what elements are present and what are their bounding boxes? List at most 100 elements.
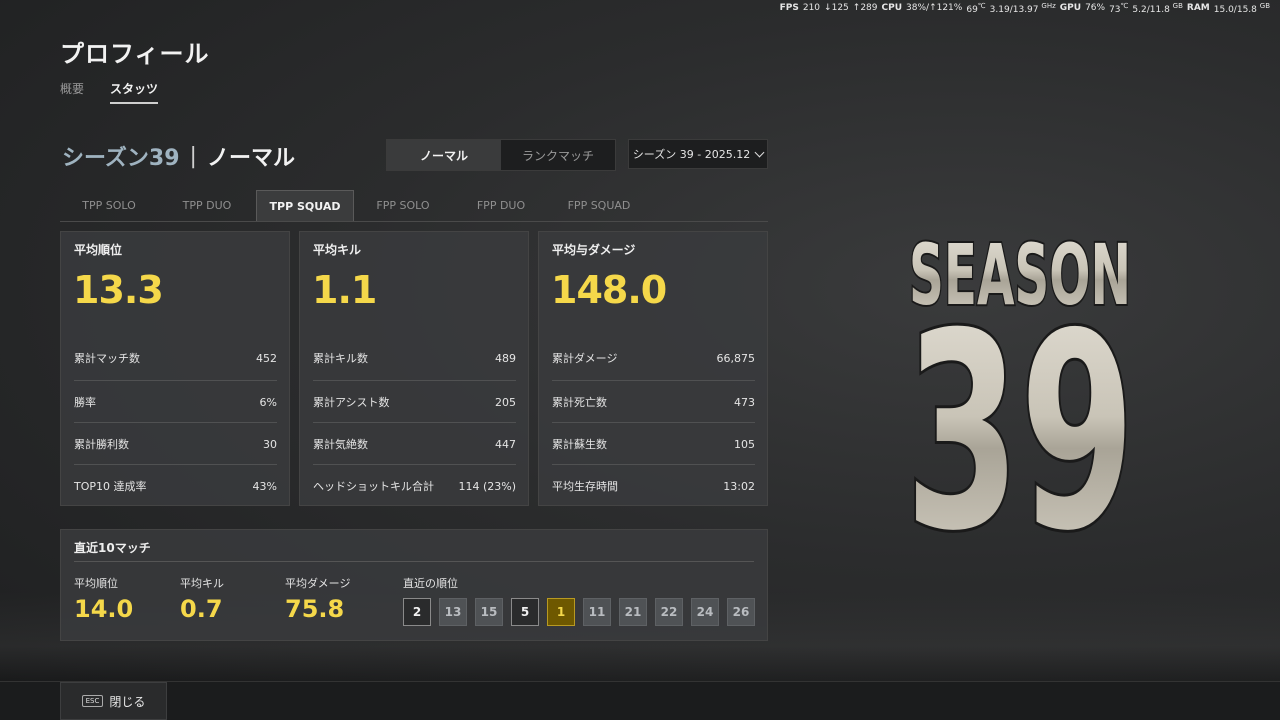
placement-badge: 24: [691, 598, 719, 626]
recent-avg-kill-label: 平均キル: [180, 577, 224, 590]
stat-value: 6%: [259, 395, 277, 409]
stat-label: 累計マッチ数: [74, 352, 140, 365]
game-mode-tabs: TPP SOLO TPP DUO TPP SQUAD FPP SOLO FPP …: [60, 190, 768, 222]
season-heading: シーズン39 | ノーマル: [62, 140, 295, 172]
tab-stats[interactable]: スタッツ: [110, 80, 159, 104]
chevron-down-icon: [754, 147, 765, 157]
profile-subnav: 概要 スタッツ: [60, 80, 159, 104]
stat-label: 累計キル数: [313, 352, 368, 365]
match-type-toggle: ノーマル ランクマッチ: [386, 139, 616, 171]
close-button[interactable]: ESC 閉じる: [60, 682, 167, 720]
placement-badge: 13: [439, 598, 467, 626]
recent-avg-damage-value: 75.8: [285, 595, 345, 623]
stat-value: 447: [495, 437, 516, 451]
stat-row: TOP10 達成率 43%: [74, 464, 277, 507]
card-title: 平均与ダメージ: [552, 243, 636, 257]
tab-tpp-solo[interactable]: TPP SOLO: [60, 190, 158, 221]
stat-row: 累計マッチ数 452: [74, 337, 277, 379]
stat-label: 累計勝利数: [74, 438, 129, 451]
performance-overlay: FPS 210 ↓125 ↑289 CPU 38%/↑121% 69℃ 3.19…: [780, 0, 1270, 15]
avg-rank-card: 平均順位 13.3 累計マッチ数 452 勝率 6% 累計勝利数 30 TOP10 達…: [60, 231, 290, 506]
ram-label: RAM: [1186, 3, 1210, 13]
stat-value: 13:02: [723, 479, 755, 493]
stat-row: 累計キル数 489: [313, 337, 516, 379]
recent-avg-damage-label: 平均ダメージ: [285, 577, 351, 590]
close-label: 閉じる: [109, 694, 146, 709]
season-logo: SEASON 39: [902, 228, 1138, 538]
card-main-value: 13.3: [73, 268, 164, 312]
fps-value: 210: [802, 3, 821, 13]
placement-badge: 5: [511, 598, 539, 626]
stat-value: 114 (23%): [458, 479, 516, 493]
stat-row: 累計ダメージ 66,875: [552, 337, 755, 379]
recent-avg-rank: 平均順位 14.0: [74, 575, 133, 623]
stat-row: 累計アシスト数 205: [313, 380, 516, 423]
heading-separator: |: [189, 143, 197, 169]
normal-match-button[interactable]: ノーマル: [387, 140, 501, 170]
placement-badge: 15: [475, 598, 503, 626]
recent-avg-kill: 平均キル 0.7: [180, 575, 224, 623]
stat-label: 累計アシスト数: [313, 396, 390, 409]
tab-tpp-duo[interactable]: TPP DUO: [158, 190, 256, 221]
avg-kill-card: 平均キル 1.1 累計キル数 489 累計アシスト数 205 累計気絶数 447 ヘッ…: [299, 231, 529, 506]
recent-avg-damage: 平均ダメージ 75.8: [285, 575, 350, 623]
stat-label: ヘッドショットキル合計: [313, 480, 434, 493]
avg-damage-card: 平均与ダメージ 148.0 累計ダメージ 66,875 累計死亡数 473 累計蘇生…: [538, 231, 768, 506]
stat-row: 累計蘇生数 105: [552, 422, 755, 465]
fps-low: ↓125: [824, 3, 849, 13]
season-logo-number: 39: [905, 275, 1135, 538]
divider: [74, 561, 754, 562]
fps-high: ↑289: [852, 3, 878, 13]
esc-key-icon: ESC: [81, 695, 104, 707]
placement-badge: 22: [655, 598, 683, 626]
stat-row: 累計勝利数 30: [74, 422, 277, 465]
footer-bar: ESC 閉じる: [0, 681, 1280, 720]
stat-label: 累計蘇生数: [552, 438, 607, 451]
season-name: シーズン39: [62, 146, 180, 171]
stat-row: 累計死亡数 473: [552, 380, 755, 423]
stat-value: 30: [263, 437, 277, 451]
stat-row: ヘッドショットキル合計 114 (23%): [313, 464, 516, 507]
card-main-value: 1.1: [312, 268, 377, 312]
stat-label: 累計ダメージ: [552, 352, 618, 365]
gpu-memory: 5.2/11.8 GB: [1132, 1, 1183, 15]
recent-avg-rank-label: 平均順位: [74, 577, 118, 590]
stat-value: 452: [256, 351, 277, 365]
mode-name: ノーマル: [206, 146, 295, 171]
cpu-clock: 3.19/13.97 GHz: [989, 1, 1056, 15]
stat-row: 勝率 6%: [74, 380, 277, 423]
stat-value: 489: [495, 351, 516, 365]
recent-avg-rank-value: 14.0: [74, 595, 134, 623]
tab-fpp-duo[interactable]: FPP DUO: [452, 190, 550, 221]
placement-badge: 21: [619, 598, 647, 626]
stat-row: 累計気絶数 447: [313, 422, 516, 465]
season-dropdown[interactable]: シーズン 39 - 2025.12: [628, 139, 768, 169]
stat-label: 平均生存時間: [552, 480, 618, 493]
stat-value: 66,875: [716, 351, 756, 365]
tab-fpp-solo[interactable]: FPP SOLO: [354, 190, 452, 221]
stat-value: 205: [495, 395, 516, 409]
card-title: 平均順位: [74, 243, 123, 257]
cpu-usage: 38%/↑121%: [906, 3, 963, 13]
recent-avg-kill-value: 0.7: [180, 595, 223, 623]
tab-tpp-squad[interactable]: TPP SQUAD: [256, 190, 354, 221]
stat-label: 累計気絶数: [313, 438, 368, 451]
cpu-temp: 69℃: [966, 1, 986, 15]
card-title: 平均キル: [313, 243, 362, 257]
stat-label: 累計死亡数: [552, 396, 607, 409]
stat-label: TOP10 達成率: [74, 480, 147, 493]
gpu-usage: 76%: [1085, 3, 1106, 13]
placement-badge: 2: [403, 598, 431, 626]
stat-value: 43%: [252, 479, 277, 493]
season-dropdown-value: シーズン 39 - 2025.12: [632, 148, 751, 161]
fps-label: FPS: [779, 3, 799, 13]
recent-matches-panel: 直近10マッチ 平均順位 14.0 平均キル 0.7 平均ダメージ 75.8 直…: [60, 529, 768, 641]
page-title: プロフィール: [60, 40, 210, 68]
placement-badge-win: 1: [547, 598, 575, 626]
ranked-match-button[interactable]: ランクマッチ: [501, 140, 615, 170]
recent-placements-label: 直近の順位: [403, 577, 458, 590]
placement-badge: 11: [583, 598, 611, 626]
tab-fpp-squad[interactable]: FPP SQUAD: [550, 190, 648, 221]
tab-overview[interactable]: 概要: [60, 80, 84, 104]
ram-value: 15.0/15.8 GB: [1213, 1, 1270, 15]
